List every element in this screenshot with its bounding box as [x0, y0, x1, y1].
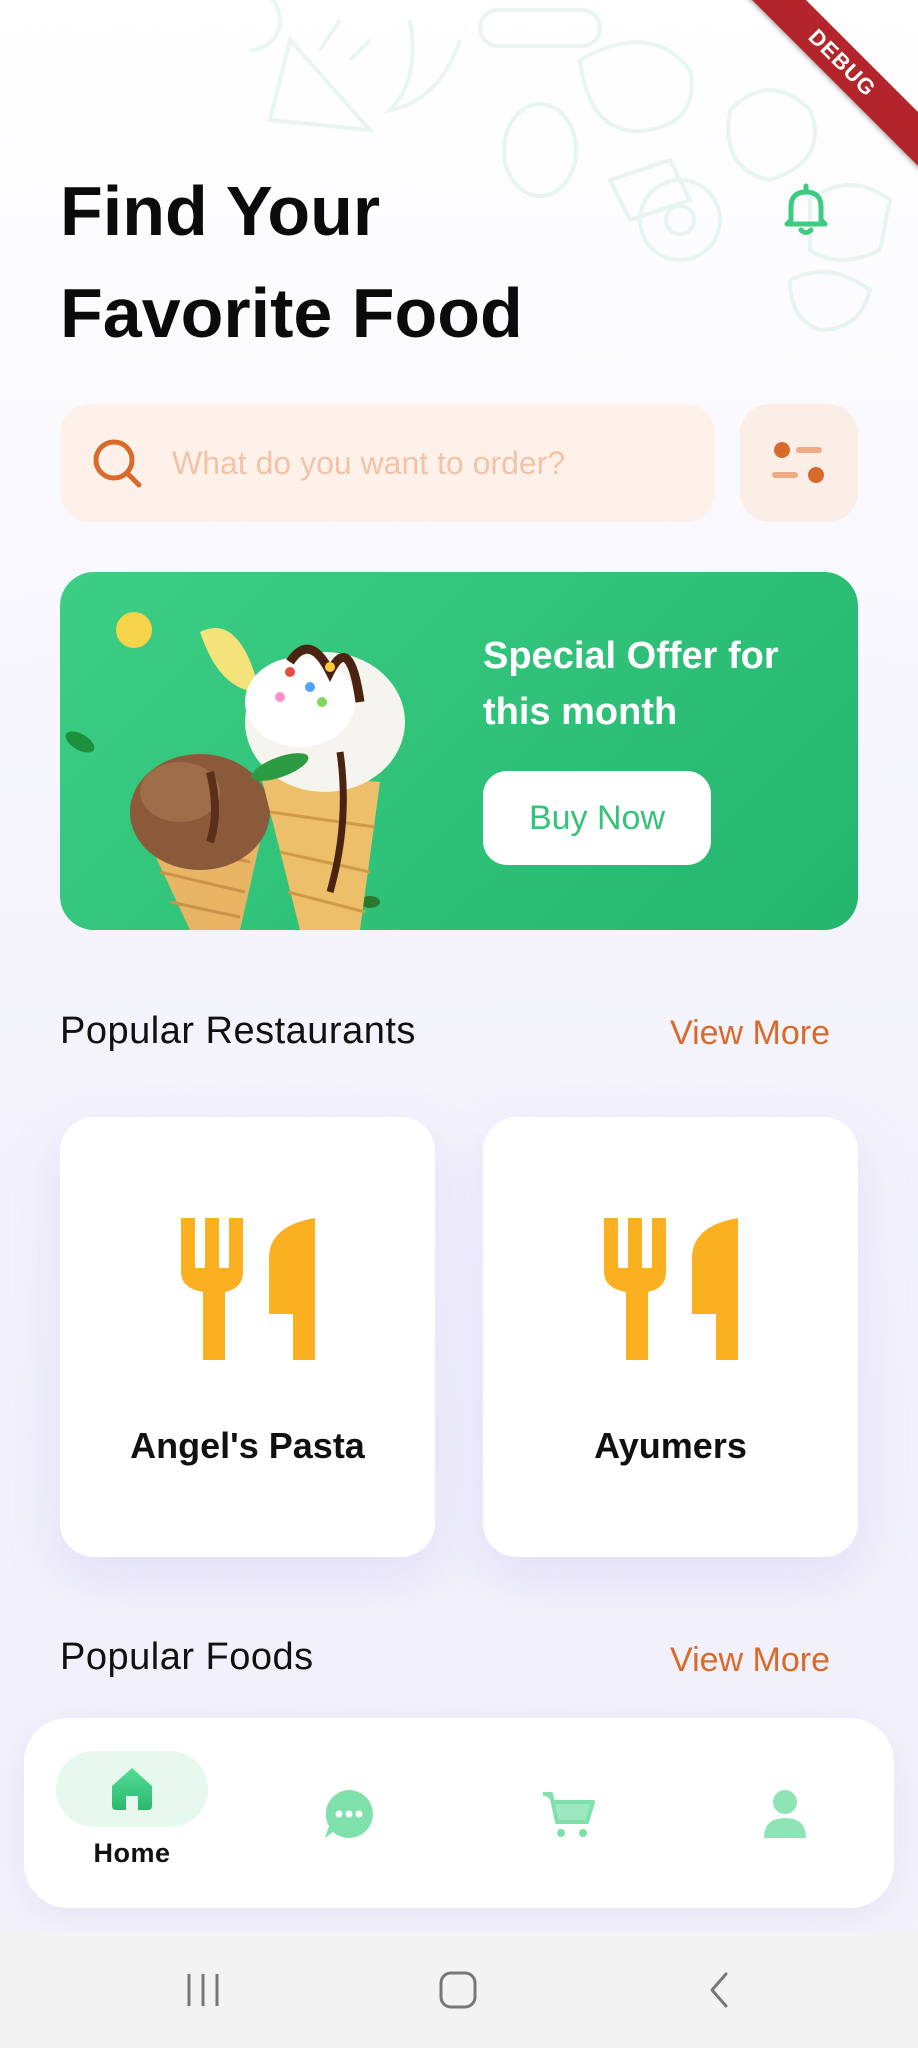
title-line-1: Find Your	[60, 172, 381, 250]
search-icon	[93, 439, 142, 488]
notification-bell-icon[interactable]	[776, 180, 836, 240]
restaurant-card[interactable]: Angel's Pasta	[60, 1117, 435, 1557]
profile-icon[interactable]	[762, 1788, 808, 1840]
popular-restaurants-title: Popular Restaurants	[60, 1010, 416, 1052]
buy-now-button[interactable]: Buy Now	[483, 771, 711, 865]
home-system-icon[interactable]	[438, 1970, 478, 2010]
home-icon[interactable]	[108, 1764, 156, 1812]
special-offer-banner: Special Offer for this month Buy Now	[60, 572, 858, 930]
restaurant-name: Angel's Pasta	[130, 1425, 365, 1466]
chat-icon[interactable]	[323, 1788, 375, 1840]
foods-view-more-link[interactable]: View More	[670, 1641, 830, 1680]
popular-foods-title: Popular Foods	[60, 1636, 314, 1678]
nav-home-label[interactable]: Home	[56, 1838, 208, 1869]
cart-icon[interactable]	[541, 1790, 595, 1840]
ice-cream-image	[65, 612, 405, 930]
page-title: Find Your Favorite Food	[60, 160, 523, 364]
search-bar[interactable]: What do you want to order?	[60, 404, 715, 522]
title-line-2: Favorite Food	[60, 274, 523, 352]
recent-apps-icon[interactable]	[183, 1970, 223, 2010]
utensils-icon	[181, 1218, 315, 1360]
utensils-icon	[604, 1218, 738, 1360]
restaurant-card[interactable]: Ayumers	[483, 1117, 858, 1557]
restaurant-name: Ayumers	[594, 1425, 747, 1466]
back-icon[interactable]	[700, 1970, 740, 2010]
special-offer-text: Special Offer for this month	[483, 635, 779, 733]
system-navigation-bar	[0, 1932, 918, 2048]
search-input[interactable]: What do you want to order?	[172, 445, 565, 482]
filter-button[interactable]	[740, 404, 858, 522]
filter-icon	[772, 442, 824, 483]
restaurants-view-more-link[interactable]: View More	[670, 1014, 830, 1053]
